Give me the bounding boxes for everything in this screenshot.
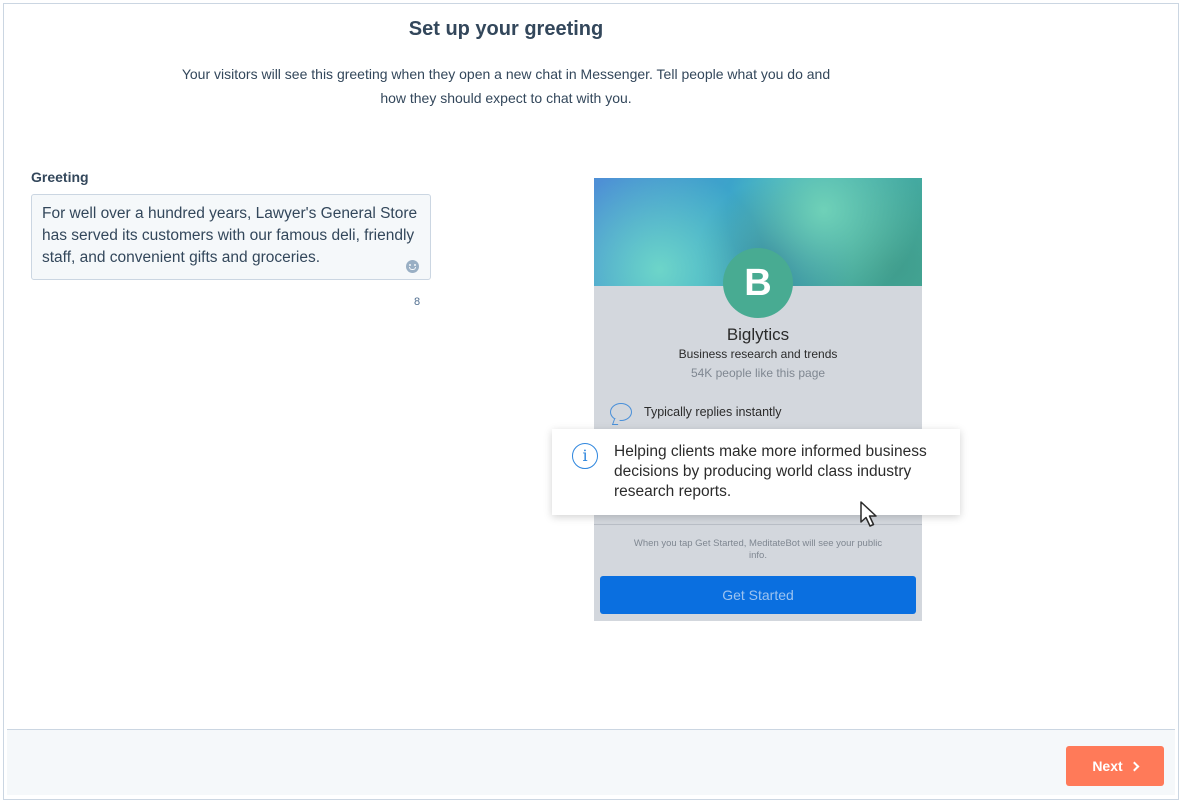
greeting-text[interactable]: For well over a hundred years, Lawyer's … bbox=[42, 203, 420, 269]
chat-bubble-icon bbox=[610, 403, 632, 421]
preview-page-description: Business research and trends bbox=[678, 347, 838, 361]
character-count: 8 bbox=[414, 296, 421, 308]
greeting-label: Greeting bbox=[31, 169, 89, 185]
preview-greeting-text: Helping clients make more informed busin… bbox=[614, 443, 927, 500]
greeting-textarea[interactable]: For well over a hundred years, Lawyer's … bbox=[31, 194, 431, 280]
preview-greeting-card: i Helping clients make more informed bus… bbox=[552, 429, 960, 515]
preview-page-likes: 54K people like this page bbox=[690, 366, 826, 380]
next-button[interactable]: Next bbox=[1066, 746, 1164, 786]
wizard-frame bbox=[3, 3, 1179, 800]
messenger-preview: B Biglytics Business research and trends… bbox=[594, 178, 922, 621]
next-button-label: Next bbox=[1092, 758, 1123, 774]
preview-reply-time: Typically replies instantly bbox=[644, 405, 782, 419]
preview-page-name: Biglytics bbox=[726, 325, 790, 344]
mouse-cursor-icon bbox=[860, 501, 877, 527]
preview-get-started-button: Get Started bbox=[600, 576, 916, 614]
wizard-footer bbox=[7, 729, 1175, 795]
smiley-icon[interactable] bbox=[406, 260, 419, 273]
page-title: Set up your greeting bbox=[408, 18, 604, 40]
avatar: B bbox=[723, 248, 793, 318]
page-subtitle: Your visitors will see this greeting whe… bbox=[181, 66, 831, 106]
chevron-right-icon bbox=[1129, 761, 1140, 772]
preview-consent-text: When you tap Get Started, MeditateBot wi… bbox=[633, 538, 883, 561]
info-icon: i bbox=[572, 443, 598, 469]
